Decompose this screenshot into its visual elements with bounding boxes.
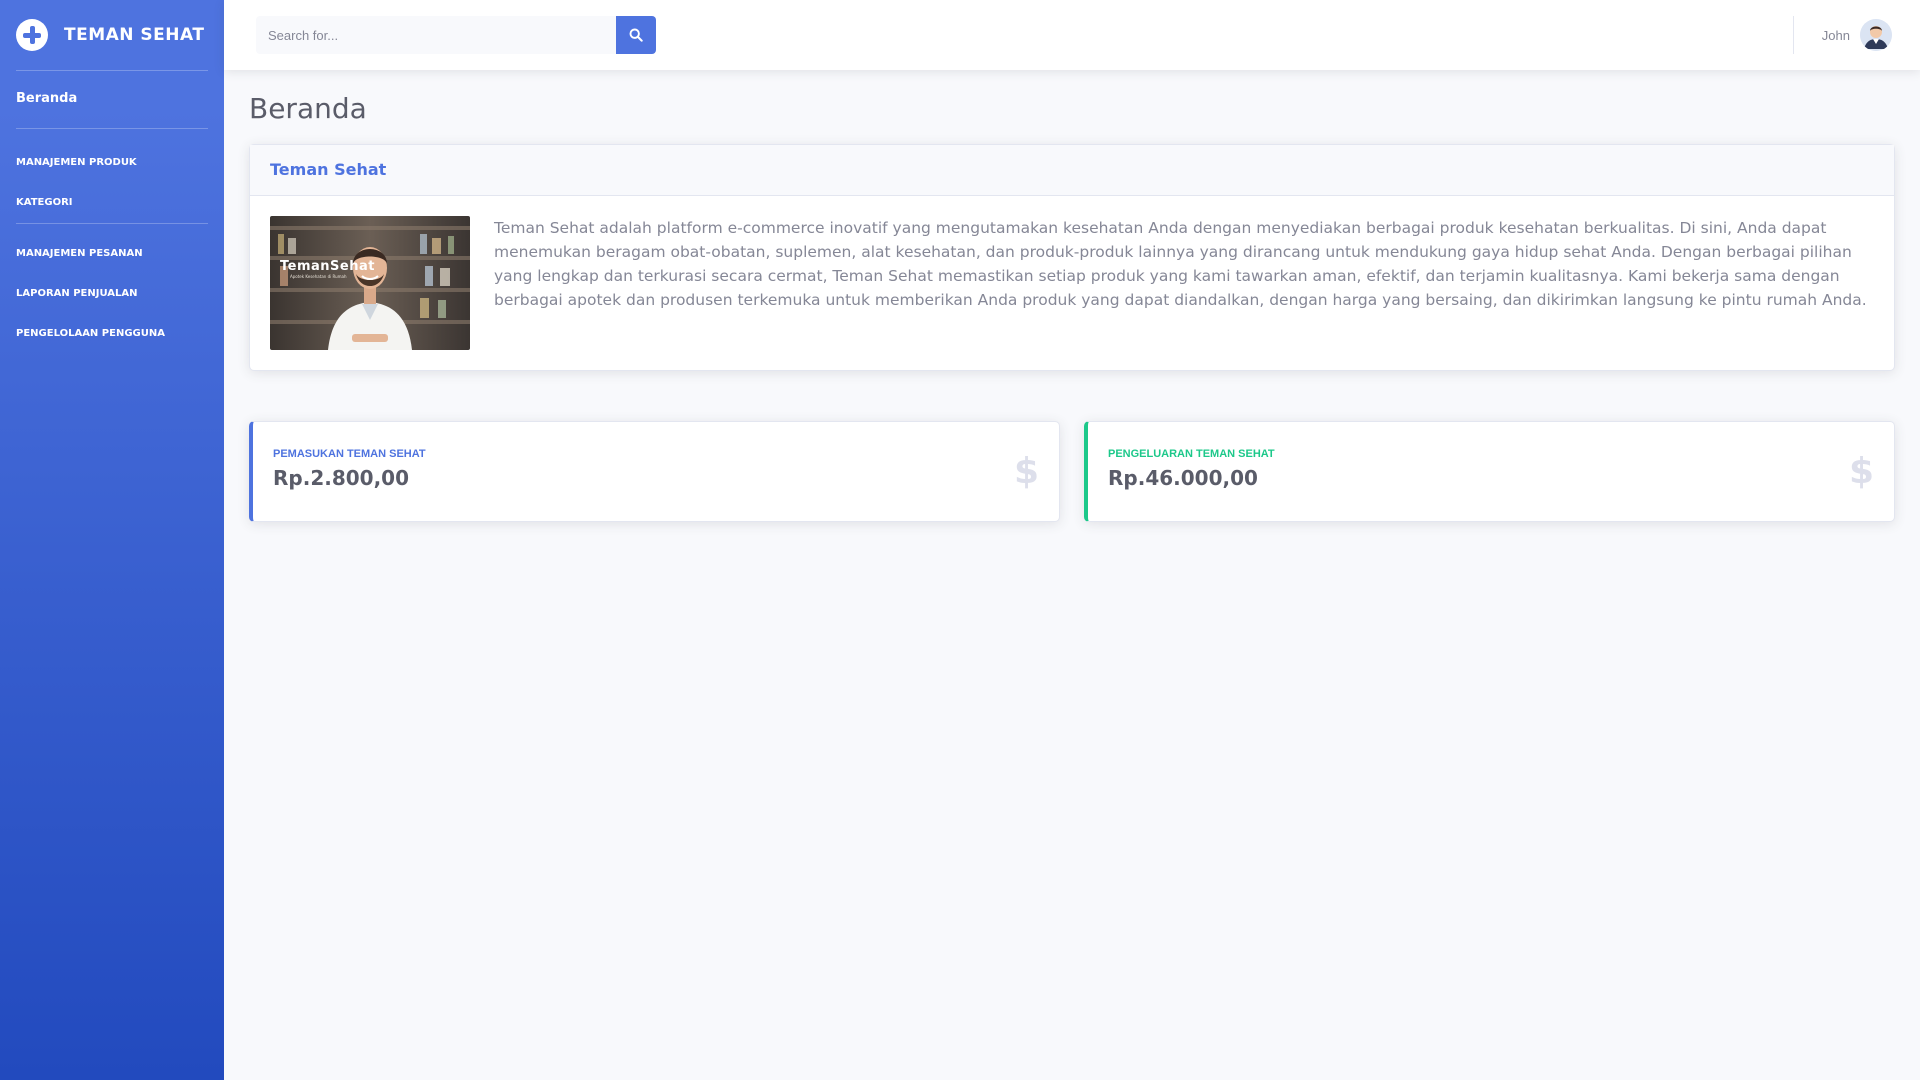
sidebar: TEMAN SEHAT Beranda MANAJEMEN PRODUK KAT… — [0, 0, 224, 1080]
sidebar-item-manajemen-pesanan[interactable]: MANAJEMEN PESANAN — [16, 248, 208, 274]
dollar-icon: $ — [1848, 451, 1874, 492]
stat-label: PEMASUKAN TEMAN SEHAT — [273, 447, 426, 460]
avatar[interactable] — [1860, 19, 1892, 51]
image-caption: TemanSehat — [280, 259, 375, 274]
user-avatar-icon — [1860, 19, 1892, 51]
about-card-body: TemanSehat Apotek Kesehatan di Rumah Tem… — [250, 196, 1894, 370]
topbar: John — [224, 0, 1920, 70]
search-input[interactable] — [256, 16, 616, 54]
topbar-divider — [1792, 16, 1794, 54]
sidebar-section-pesanan: MANAJEMEN PESANAN LAPORAN PENJUALAN PENG… — [16, 224, 208, 354]
about-card-title: Teman Sehat — [270, 160, 387, 179]
stats-row: PEMASUKAN TEMAN SEHAT Rp.2.800,00 $ PENG… — [249, 421, 1895, 522]
search-button[interactable] — [616, 16, 656, 54]
about-card: Teman Sehat TemanSehat Apotek Kesehatan … — [249, 144, 1895, 371]
sidebar-item-manajemen-produk[interactable]: MANAJEMEN PRODUK — [16, 143, 208, 183]
sidebar-item-laporan-penjualan[interactable]: LAPORAN PENJUALAN — [16, 274, 208, 314]
image-subcaption: Apotek Kesehatan di Rumah — [290, 274, 347, 279]
search-icon — [629, 28, 643, 42]
sidebar-item-pengelolaan-pengguna[interactable]: PENGELOLAAN PENGGUNA — [16, 314, 208, 354]
about-card-header: Teman Sehat — [250, 145, 1894, 196]
search-form — [256, 16, 656, 54]
stat-card-pengeluaran: PENGELUARAN TEMAN SEHAT Rp.46.000,00 $ — [1084, 421, 1895, 522]
main-area: John Beranda Teman Sehat — [224, 0, 1920, 1080]
sidebar-item-kategori[interactable]: KATEGORI — [16, 183, 208, 223]
sidebar-section-produk: MANAJEMEN PRODUK KATEGORI — [16, 129, 208, 223]
about-description: Teman Sehat adalah platform e-commerce i… — [494, 219, 1867, 309]
sidebar-item-beranda[interactable]: Beranda — [16, 71, 208, 128]
stat-label: PENGELUARAN TEMAN SEHAT — [1108, 447, 1275, 460]
brand[interactable]: TEMAN SEHAT — [16, 0, 208, 70]
brand-name: TEMAN SEHAT — [64, 25, 205, 45]
page-title: Beranda — [249, 92, 367, 125]
stat-value: Rp.2.800,00 — [273, 465, 410, 490]
dollar-icon: $ — [1013, 451, 1039, 492]
plus-circle-icon — [16, 19, 48, 51]
stat-value: Rp.46.000,00 — [1108, 465, 1258, 490]
page-content: Beranda Teman Sehat TemanSehat Apotek Ke… — [224, 70, 1920, 522]
user-name: John — [1821, 27, 1850, 43]
user-menu[interactable]: John — [1792, 0, 1892, 70]
stat-card-pemasukan: PEMASUKAN TEMAN SEHAT Rp.2.800,00 $ — [249, 421, 1060, 522]
pharmacist-image: TemanSehat Apotek Kesehatan di Rumah — [270, 216, 470, 350]
